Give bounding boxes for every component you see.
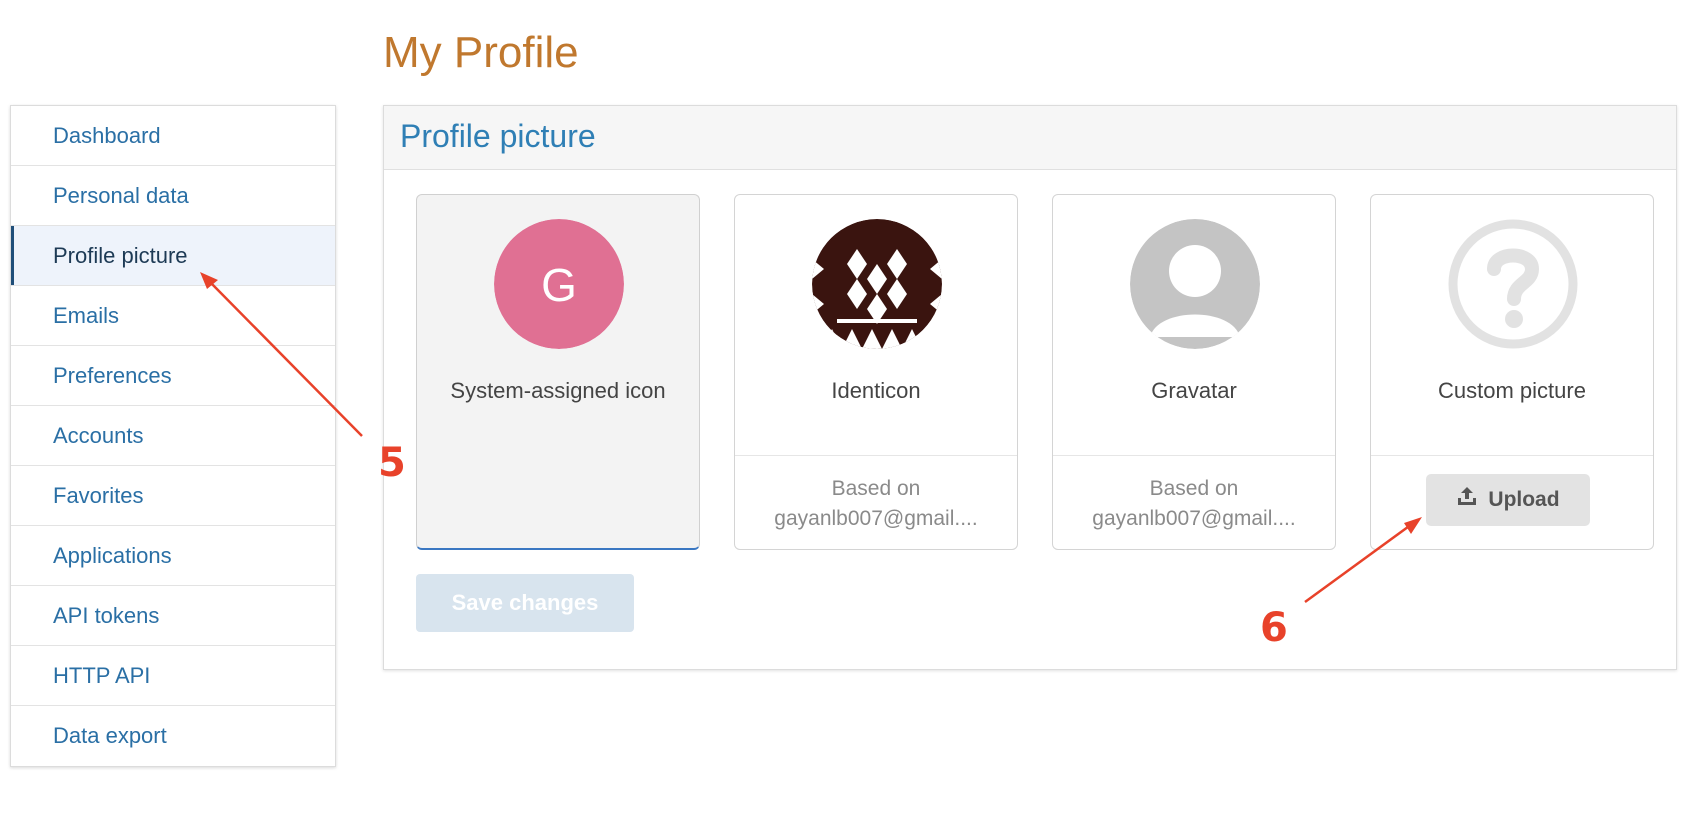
sidebar-item-http-api[interactable]: HTTP API [11,646,335,706]
avatar-letter: G [541,259,577,311]
annotation-marker-5: 5 [378,440,406,486]
footer-email: gayanlb007@gmail.... [1092,507,1296,530]
footer-line-based-on: Based on [1149,477,1239,500]
sidebar-item-preferences[interactable]: Preferences [11,346,335,406]
custom-picture-option[interactable]: Custom picture Upload [1370,194,1654,550]
custom-picture-footer: Upload [1371,455,1653,549]
gravatar-placeholder-icon [1130,219,1260,349]
footer-email: gayanlb007@gmail.... [774,507,978,530]
card-label-custom-picture: Custom picture [1438,378,1586,403]
sidebar-item-dashboard[interactable]: Dashboard [11,106,335,166]
card-label-gravatar: Gravatar [1151,378,1237,403]
identicon-footer: Based on gayanlb007@gmail.... [735,455,1017,549]
upload-icon [1456,485,1478,516]
save-changes-button[interactable]: Save changes [416,574,634,632]
sidebar-item-data-export[interactable]: Data export [11,706,335,766]
page-title: My Profile [383,28,579,77]
identicon-option[interactable]: Identicon Based on gayanlb007@gmail.... [734,194,1018,550]
question-mark-icon [1448,219,1578,349]
panel-header: Profile picture [384,106,1676,170]
sidebar-item-personal-data[interactable]: Personal data [11,166,335,226]
profile-picture-panel: Profile picture G System-assigned icon I… [383,105,1677,670]
sidebar-item-api-tokens[interactable]: API tokens [11,586,335,646]
profile-sidebar: Dashboard Personal data Profile picture … [10,105,336,767]
gravatar-option[interactable]: Gravatar Based on gayanlb007@gmail.... [1052,194,1336,550]
panel-title: Profile picture [400,118,596,154]
footer-line-based-on: Based on [831,477,921,500]
letter-avatar: G [494,219,624,349]
annotation-marker-6: 6 [1260,605,1288,651]
sidebar-item-favorites[interactable]: Favorites [11,466,335,526]
identicon-image [812,219,942,349]
sidebar-item-accounts[interactable]: Accounts [11,406,335,466]
card-label-system-assigned: System-assigned icon [450,378,666,403]
gravatar-footer: Based on gayanlb007@gmail.... [1053,455,1335,549]
sidebar-item-applications[interactable]: Applications [11,526,335,586]
upload-button[interactable]: Upload [1426,474,1590,526]
card-label-identicon: Identicon [831,378,921,403]
system-assigned-icon-option[interactable]: G System-assigned icon [416,194,700,550]
upload-label: Upload [1488,488,1560,511]
sidebar-item-profile-picture[interactable]: Profile picture [11,226,335,286]
sidebar-item-emails[interactable]: Emails [11,286,335,346]
